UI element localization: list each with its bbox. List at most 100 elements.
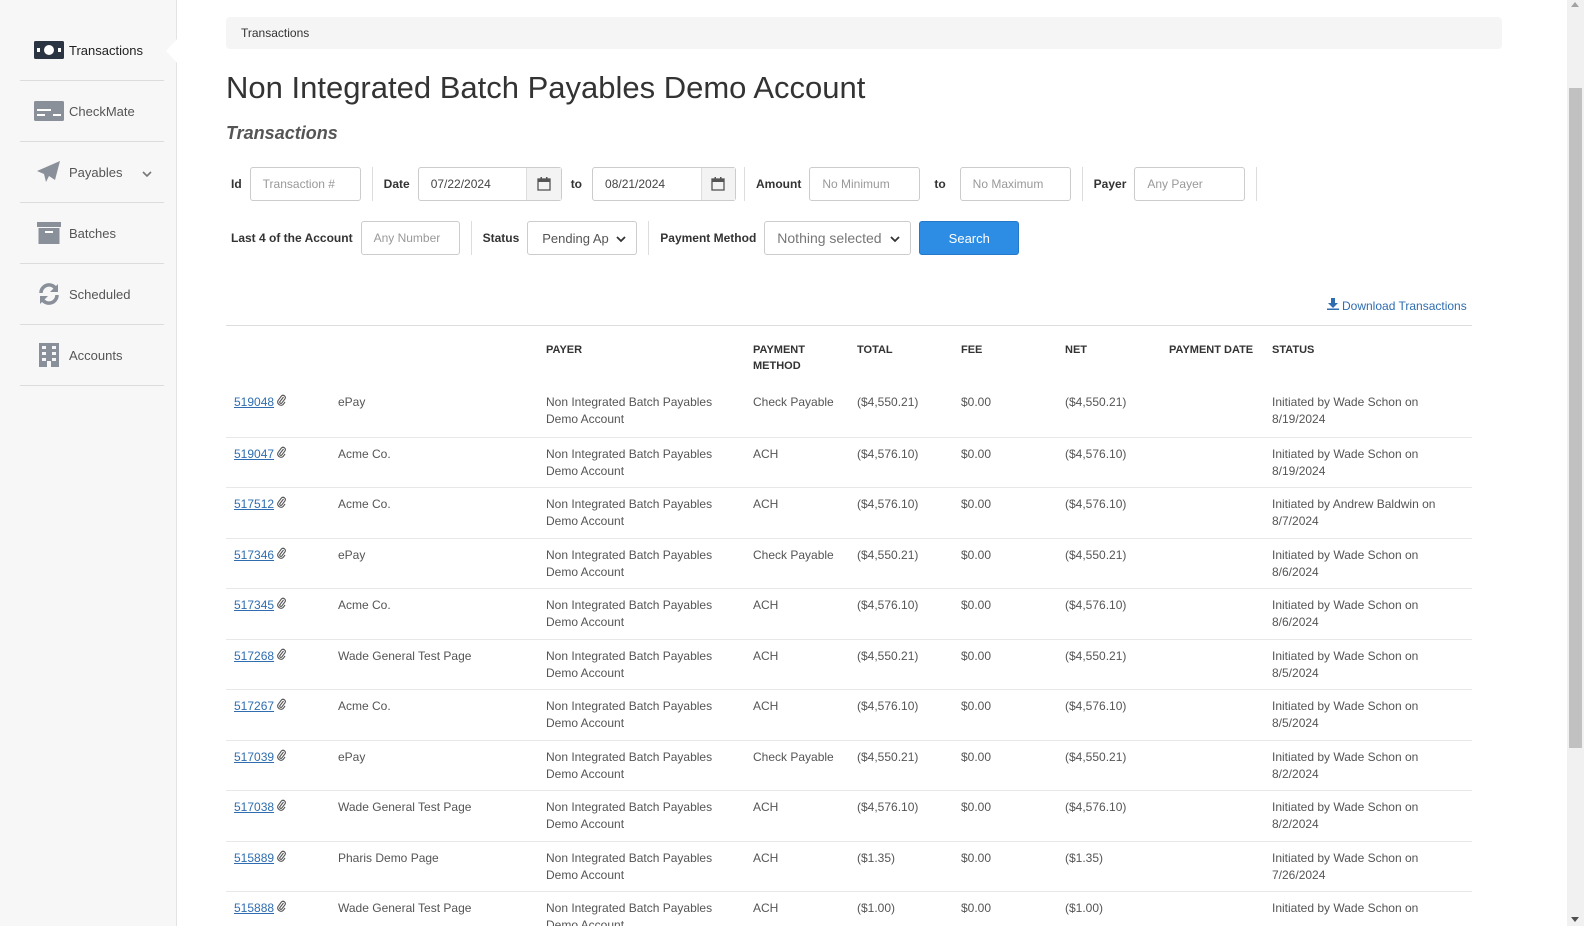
transaction-id-link[interactable]: 517268 (234, 648, 274, 665)
transaction-id-link[interactable]: 517345 (234, 597, 274, 614)
transaction-id-cell: 519048 (234, 394, 286, 411)
payment-method-cell: ACH (753, 901, 779, 915)
total-cell: ($4,576.10) (857, 800, 919, 814)
net-cell: ($4,576.10) (1065, 598, 1127, 612)
payment-method-cell: Check Payable (753, 749, 834, 764)
vertical-scrollbar[interactable] (1567, 0, 1584, 926)
table-row: 517267 Acme Co. Non Integrated Batch Payab… (226, 689, 1472, 740)
header-total[interactable]: TOTAL (857, 342, 893, 358)
fee-cell: $0.00 (961, 598, 992, 612)
payer-cell: Non Integrated Batch Payables Demo Accou… (546, 901, 713, 926)
transaction-id-link[interactable]: 515889 (234, 850, 274, 867)
fee-cell: $0.00 (961, 547, 992, 562)
header-payer[interactable]: PAYER (546, 342, 736, 358)
status-select[interactable]: Pending Ap (527, 221, 638, 255)
transaction-id-cell: 517038 (234, 799, 286, 816)
net-cell: ($4,576.10) (1065, 800, 1127, 814)
table-row: 515888 Wade General Test Page Non Integrat… (226, 891, 1472, 926)
paperclip-icon[interactable] (274, 799, 286, 816)
payment-method-cell: ACH (753, 699, 779, 713)
status-cell: Initiated by Wade Schon on 8/6/2024 (1272, 547, 1419, 579)
paperclip-icon[interactable] (274, 496, 286, 513)
payment-method-select[interactable]: Nothing selected (764, 221, 912, 255)
transaction-id-link[interactable]: 517512 (234, 496, 274, 513)
chevron-down-icon[interactable] (142, 166, 152, 181)
archive-box-icon (34, 221, 64, 245)
payee-cell: Wade General Test Page (338, 648, 472, 663)
payee-cell: ePay (338, 395, 366, 409)
sidebar-item-label: Accounts (69, 347, 123, 363)
last4-input[interactable]: Any Number (360, 221, 460, 255)
sidebar-item-batches[interactable]: Batches (20, 203, 164, 264)
paperclip-icon[interactable] (274, 648, 286, 665)
building-icon (34, 343, 64, 367)
paperclip-icon[interactable] (274, 698, 286, 715)
net-cell: ($4,576.10) (1065, 446, 1127, 461)
breadcrumb[interactable]: Transactions (226, 17, 1502, 49)
sidebar-item-scheduled[interactable]: Scheduled (20, 264, 164, 325)
transaction-id-input[interactable]: Transaction # (249, 167, 361, 201)
search-button[interactable]: Search (919, 221, 1020, 255)
paperclip-icon[interactable] (274, 850, 286, 867)
transaction-id-link[interactable]: 519047 (234, 446, 274, 463)
paperclip-icon[interactable] (274, 900, 286, 917)
payee-cell: Wade General Test Page (338, 901, 472, 915)
transaction-id-link[interactable]: 517267 (234, 698, 274, 715)
header-payment-method[interactable]: PAYMENT METHOD (753, 342, 805, 374)
paperclip-icon[interactable] (274, 547, 286, 564)
payer-cell: Non Integrated Batch Payables Demo Accou… (546, 699, 713, 730)
calendar-icon[interactable] (527, 168, 561, 200)
net-cell: ($1.00) (1065, 901, 1104, 915)
scrollbar-thumb[interactable] (1569, 88, 1582, 748)
header-fee[interactable]: FEE (961, 342, 982, 358)
calendar-icon[interactable] (701, 168, 736, 200)
download-transactions-link[interactable]: Download Transactions (1327, 298, 1467, 313)
fee-cell: $0.00 (961, 850, 992, 865)
paperclip-icon[interactable] (274, 597, 286, 614)
sidebar-item-label: Transactions (69, 42, 143, 58)
transaction-id-link[interactable]: 515888 (234, 900, 274, 917)
payment-method-label: Payment Method (660, 231, 757, 245)
net-cell: ($4,576.10) (1065, 497, 1127, 511)
payer-input[interactable]: Any Payer (1134, 167, 1246, 201)
sidebar-item-checkmate[interactable]: CheckMate (20, 81, 164, 142)
paperclip-icon[interactable] (274, 446, 286, 463)
transaction-id-link[interactable]: 517038 (234, 799, 274, 816)
paperclip-icon[interactable] (274, 749, 286, 766)
date-from-picker[interactable]: 07/22/2024 (417, 167, 562, 201)
fee-cell: $0.00 (961, 395, 992, 409)
header-payment-date[interactable]: PAYMENT DATE (1169, 342, 1253, 358)
amount-max-input[interactable]: No Maximum (959, 167, 1071, 201)
payment-method-cell: ACH (753, 800, 779, 814)
date-to-picker[interactable]: 08/21/2024 (592, 167, 737, 201)
payer-cell: Non Integrated Batch Payables Demo Accou… (546, 648, 713, 680)
table-header: PAYER PAYMENT METHOD TOTAL FEE NET PAYME… (226, 326, 1472, 386)
net-cell: ($4,550.21) (1065, 395, 1127, 409)
transaction-id-link[interactable]: 517039 (234, 749, 274, 766)
sidebar-item-transactions[interactable]: Transactions (20, 20, 178, 81)
amount-min-input[interactable]: No Minimum (809, 167, 921, 201)
header-net[interactable]: NET (1065, 342, 1087, 358)
date-to-input[interactable]: 08/21/2024 (593, 168, 702, 200)
sidebar-item-label: Payables (69, 164, 123, 180)
transaction-id-link[interactable]: 519048 (234, 394, 274, 411)
date-from-input[interactable]: 07/22/2024 (419, 168, 528, 200)
date-to-label: to (570, 177, 583, 191)
status-cell: Initiated by Wade Schon on 8/19/2024 (1272, 395, 1419, 426)
payer-cell: Non Integrated Batch Payables Demo Accou… (546, 800, 713, 831)
transaction-id-cell: 517346 (234, 547, 286, 564)
scroll-down-arrow-icon[interactable] (1571, 917, 1579, 922)
sidebar-item-accounts[interactable]: Accounts (20, 325, 164, 386)
payer-cell: Non Integrated Batch Payables Demo Accou… (546, 547, 713, 579)
payment-method-cell: ACH (753, 497, 779, 511)
scroll-up-arrow-icon[interactable] (1571, 2, 1579, 7)
paperclip-icon[interactable] (274, 394, 286, 411)
total-cell: ($4,550.21) (857, 749, 919, 764)
transaction-id-link[interactable]: 517346 (234, 547, 274, 564)
fee-cell: $0.00 (961, 901, 992, 915)
chevron-down-icon (616, 231, 626, 246)
sidebar-item-payables[interactable]: Payables (20, 142, 164, 203)
transaction-id-cell: 517267 (234, 698, 286, 715)
divider (744, 167, 746, 201)
header-status[interactable]: STATUS (1272, 342, 1467, 358)
